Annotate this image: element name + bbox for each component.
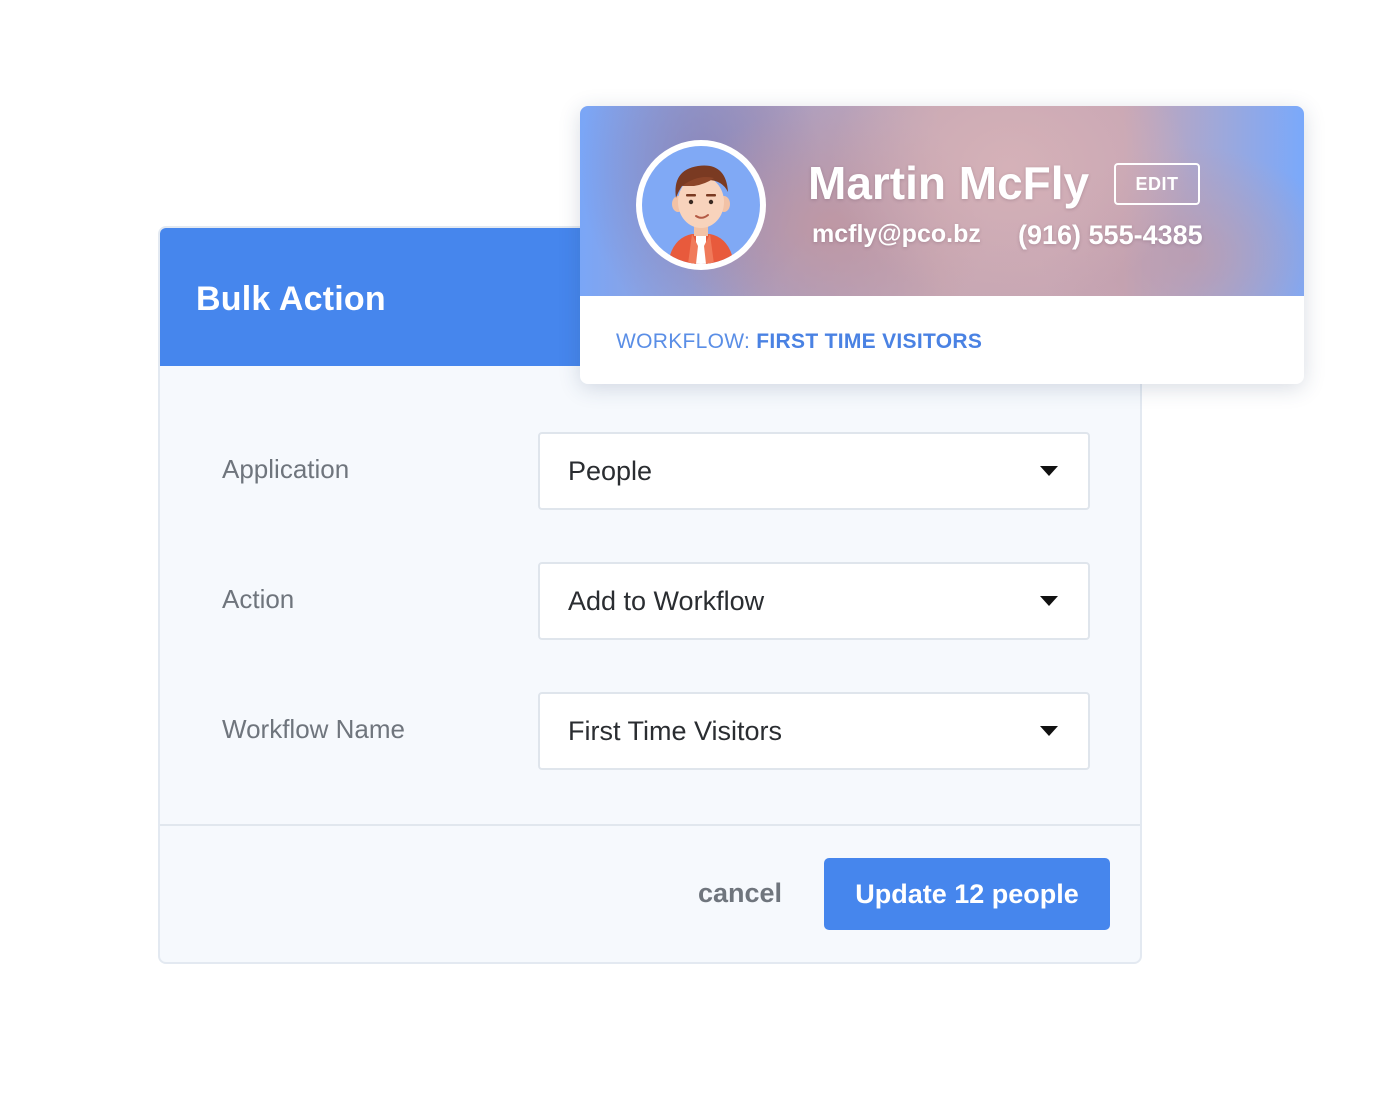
profile-phone: (916) 555-4385	[1018, 220, 1203, 250]
action-select-value: Add to Workflow	[568, 586, 765, 616]
profile-email: mcfly@pco.bz	[812, 220, 981, 248]
workflow-name-select[interactable]: First Time Visitors	[538, 692, 1090, 770]
update-people-button[interactable]: Update 12 people	[824, 858, 1110, 930]
stage: Bulk Action Application People Action Ad…	[0, 0, 1400, 1100]
person-avatar-icon	[642, 146, 760, 264]
chevron-down-icon	[1040, 596, 1058, 606]
application-select-value: People	[568, 456, 653, 486]
workflow-name-label: Workflow Name	[222, 714, 406, 744]
footer-divider	[160, 824, 1140, 826]
avatar	[636, 140, 766, 270]
form-row-application: Application People	[160, 432, 1140, 510]
action-select[interactable]: Add to Workflow	[538, 562, 1090, 640]
application-label: Application	[222, 454, 350, 484]
application-select[interactable]: People	[538, 432, 1090, 510]
form-row-action: Action Add to Workflow	[160, 562, 1140, 640]
workflow-value: FIRST TIME VISITORS	[756, 330, 983, 353]
action-label: Action	[222, 584, 295, 614]
workflow-name-select-value: First Time Visitors	[568, 716, 783, 746]
form-row-workflow-name: Workflow Name First Time Visitors	[160, 692, 1140, 770]
edit-profile-button[interactable]: EDIT	[1114, 163, 1200, 205]
bulk-action-title: Bulk Action	[196, 280, 386, 318]
chevron-down-icon	[1040, 466, 1058, 476]
profile-card: Martin McFly EDIT mcfly@pco.bz (916) 555…	[580, 106, 1304, 384]
workflow-prefix: WORKFLOW:	[616, 330, 751, 353]
profile-name: Martin McFly	[808, 157, 1090, 209]
workflow-status: WORKFLOW: FIRST TIME VISITORS	[616, 330, 982, 354]
cancel-button[interactable]: cancel	[698, 878, 782, 909]
chevron-down-icon	[1040, 726, 1058, 736]
profile-banner: Martin McFly EDIT mcfly@pco.bz (916) 555…	[580, 106, 1304, 296]
